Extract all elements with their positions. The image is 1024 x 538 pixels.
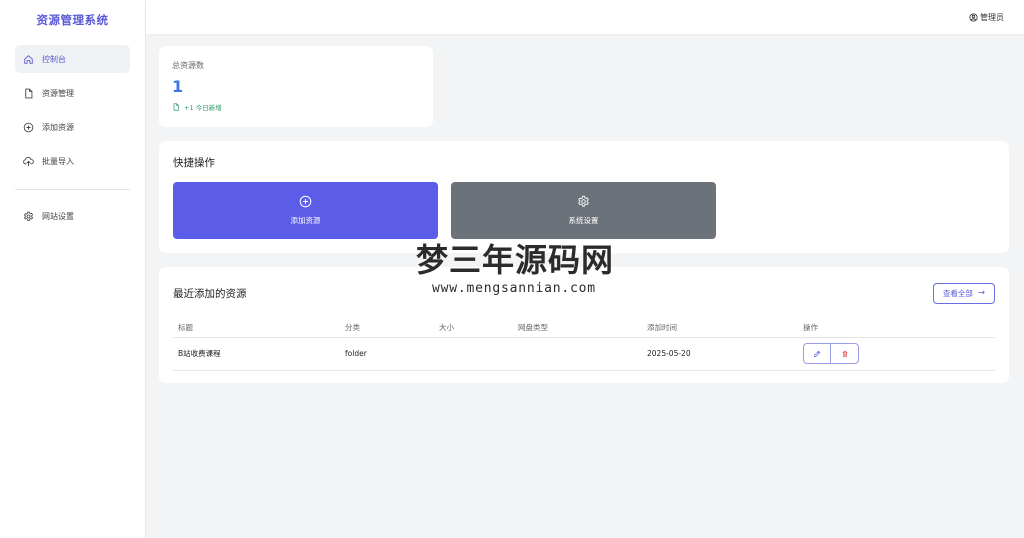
column-header-category: 分类 bbox=[340, 319, 434, 338]
edit-button[interactable] bbox=[803, 343, 831, 364]
user-menu[interactable]: 管理员 bbox=[969, 12, 1004, 23]
cell-category: folder bbox=[340, 337, 434, 371]
gear-icon bbox=[24, 211, 33, 221]
view-all-button[interactable]: 查看全部 → bbox=[932, 282, 995, 304]
plus-circle-icon bbox=[299, 195, 312, 208]
recent-title: 最近添加的资源 bbox=[173, 287, 247, 300]
quick-actions-title: 快捷操作 bbox=[173, 157, 215, 169]
sidebar-item-site-settings[interactable]: 网站设置 bbox=[15, 202, 130, 230]
add-resource-label: 添加资源 bbox=[290, 216, 321, 225]
sidebar-nav: 控制台 资源管理 添加资源 批量导入 网站设置 bbox=[0, 40, 145, 230]
file-icon bbox=[173, 103, 179, 111]
column-header-disk-type: 网盘类型 bbox=[513, 319, 642, 338]
recent-resources-table: 标题 分类 大小 网盘类型 添加时间 操作 B站收费课程 folder 2025… bbox=[173, 319, 995, 371]
stat-value: 1 bbox=[172, 77, 184, 96]
arrow-right-icon: → bbox=[977, 288, 985, 298]
sidebar-item-label: 控制台 bbox=[42, 54, 66, 64]
view-all-label: 查看全部 bbox=[942, 288, 973, 298]
sidebar-item-label: 网站设置 bbox=[42, 211, 74, 221]
sidebar-item-dashboard[interactable]: 控制台 bbox=[15, 45, 130, 73]
sidebar-item-batch-import[interactable]: 批量导入 bbox=[15, 147, 130, 175]
stat-label: 总资源数 bbox=[172, 61, 204, 70]
user-name: 管理员 bbox=[980, 12, 1004, 22]
sidebar: 资源管理系统 控制台 资源管理 添加资源 批量导入 网站设置 bbox=[0, 0, 146, 538]
stat-today-new: +1 今日新增 bbox=[172, 102, 420, 112]
recent-resources-card: 最近添加的资源 查看全部 → 标题 分类 大小 网盘类型 添加时间 操作 B站收… bbox=[159, 267, 1009, 383]
cell-actions bbox=[798, 337, 995, 371]
plus-circle-icon bbox=[23, 122, 34, 132]
column-header-title: 标题 bbox=[173, 319, 340, 338]
quick-actions-card: 快捷操作 添加资源 系统设置 bbox=[159, 141, 1009, 253]
table-row: B站收费课程 folder 2025-05-20 bbox=[173, 337, 995, 371]
topbar: 管理员 bbox=[146, 0, 1024, 34]
gear-icon bbox=[578, 195, 589, 207]
cell-added-time: 2025-05-20 bbox=[642, 337, 798, 371]
pencil-icon bbox=[814, 350, 821, 357]
add-resource-button[interactable]: 添加资源 bbox=[173, 182, 438, 239]
sidebar-item-label: 添加资源 bbox=[42, 122, 74, 132]
sidebar-item-label: 资源管理 bbox=[42, 88, 74, 98]
app-title[interactable]: 资源管理系统 bbox=[0, 0, 145, 40]
system-settings-button[interactable]: 系统设置 bbox=[451, 182, 716, 239]
sidebar-item-label: 批量导入 bbox=[42, 156, 74, 166]
sidebar-item-add-resource[interactable]: 添加资源 bbox=[15, 113, 130, 141]
column-header-added-time: 添加时间 bbox=[642, 319, 798, 338]
user-circle-icon bbox=[969, 12, 978, 22]
row-actions bbox=[803, 343, 995, 364]
file-icon bbox=[25, 88, 33, 98]
sidebar-divider bbox=[15, 189, 130, 190]
system-settings-label: 系统设置 bbox=[568, 216, 599, 225]
column-header-size: 大小 bbox=[434, 319, 513, 338]
stat-sub-label: +1 今日新增 bbox=[184, 104, 222, 112]
cell-disk-type bbox=[513, 337, 642, 371]
column-header-actions: 操作 bbox=[798, 319, 995, 338]
sidebar-item-resources[interactable]: 资源管理 bbox=[15, 79, 130, 107]
trash-icon bbox=[842, 350, 847, 357]
table-header-row: 标题 分类 大小 网盘类型 添加时间 操作 bbox=[173, 319, 995, 338]
total-resources-card: 总资源数 1 +1 今日新增 bbox=[159, 46, 433, 127]
home-icon bbox=[24, 54, 33, 64]
recent-header: 最近添加的资源 查看全部 → bbox=[173, 267, 995, 319]
cloud-upload-icon bbox=[23, 156, 34, 166]
cell-size bbox=[434, 337, 513, 371]
cell-title: B站收费课程 bbox=[173, 337, 340, 371]
delete-button[interactable] bbox=[831, 343, 859, 364]
